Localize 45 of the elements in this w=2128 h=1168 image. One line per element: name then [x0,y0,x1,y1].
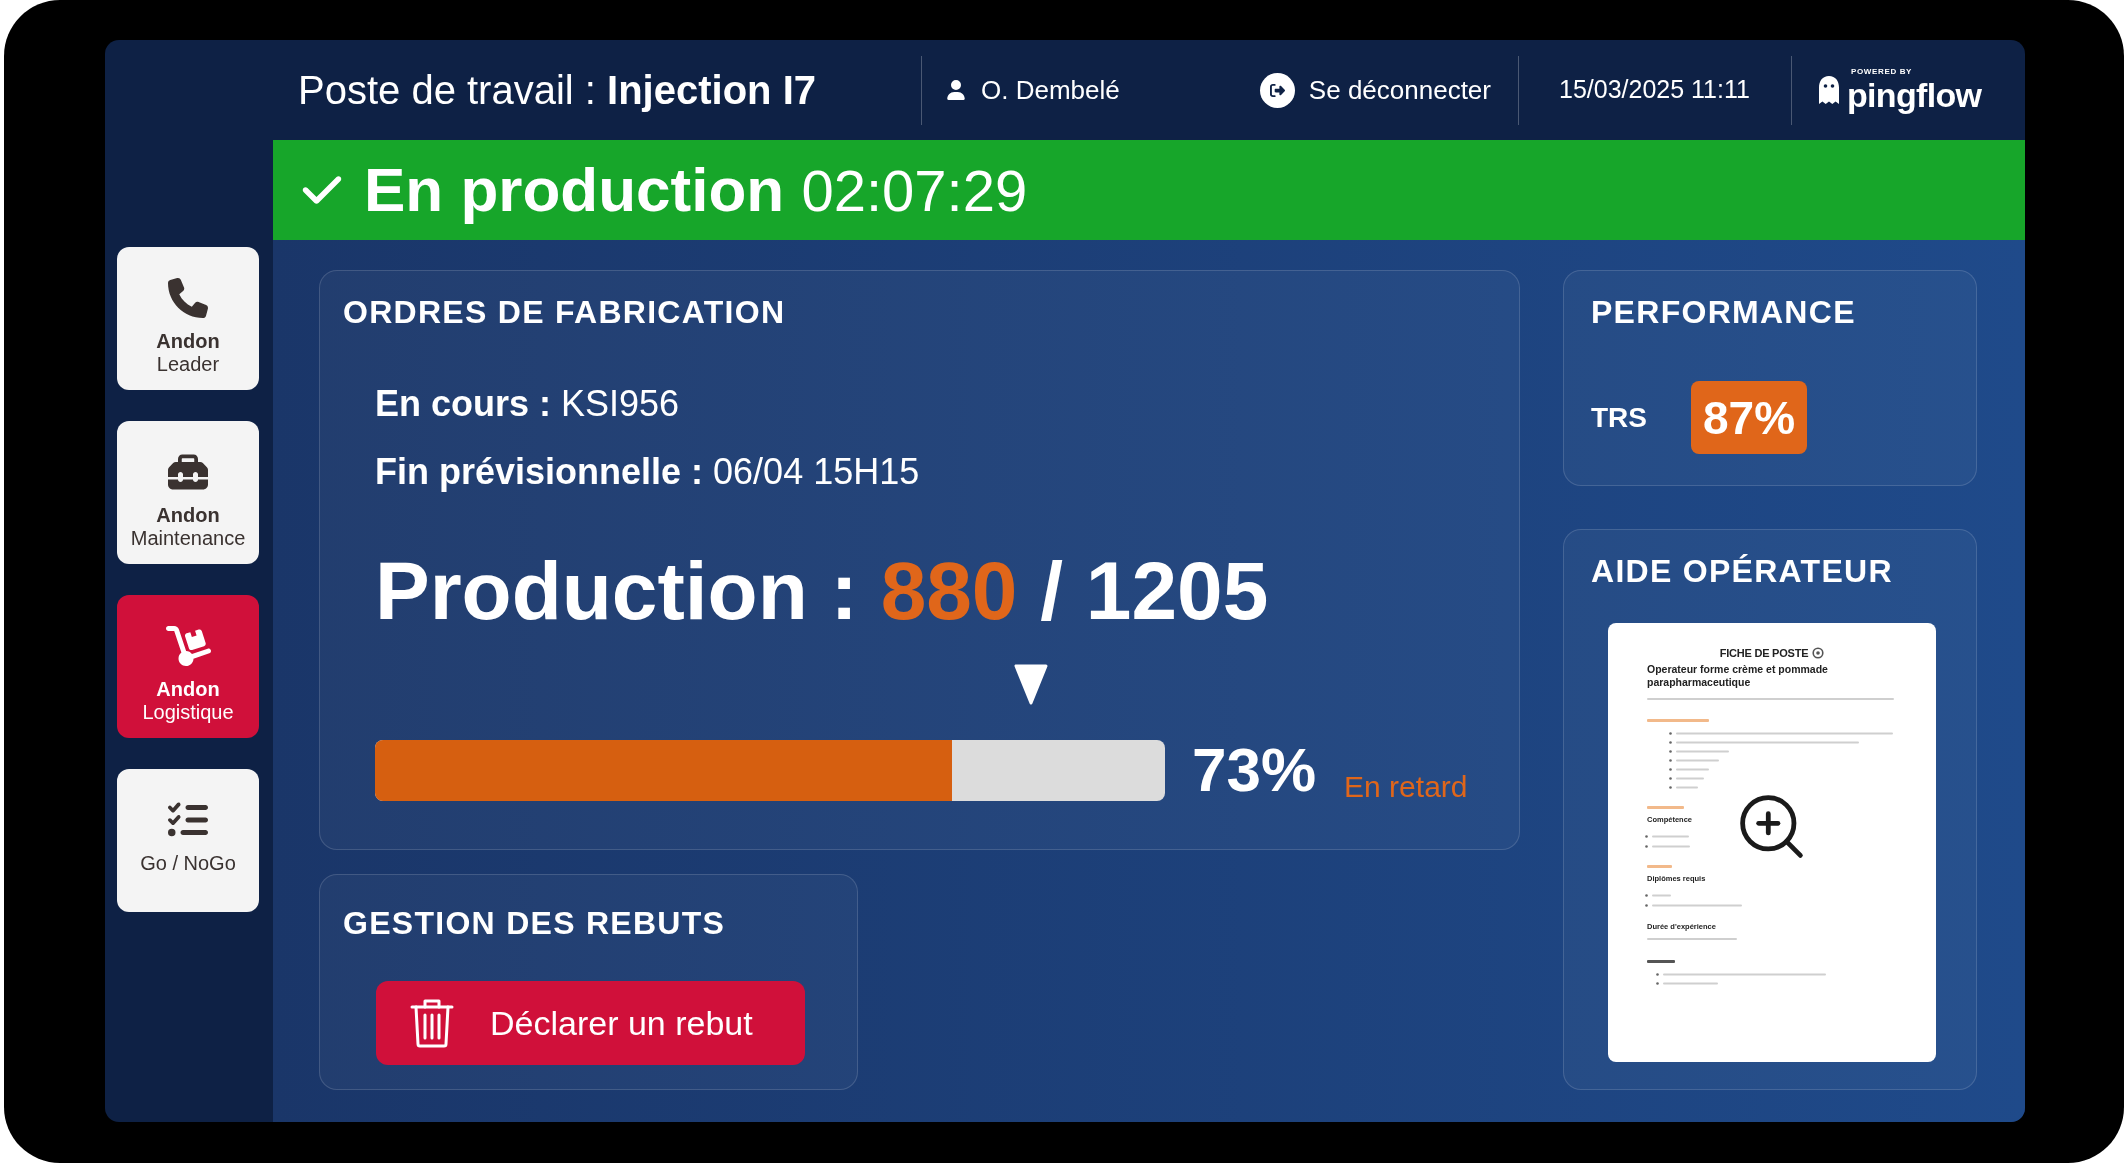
bulleted-text-line [1669,759,1719,762]
order-field: Fin prévisionnelle : 06/04 15H15 [375,450,1496,494]
bulleted-text-line [1645,845,1690,848]
declare-scrap-button[interactable]: Déclarer un rebut [376,981,805,1065]
workstation-title: Poste de travail : Injection I7 [298,70,817,110]
bulleted-text-line [1669,750,1729,753]
bulleted-text-line [1645,894,1671,897]
andon-button[interactable]: Andon Leader [117,247,259,390]
logo-tagline: POWERED BY [1850,67,1913,77]
card-title: GESTION DES REBUTS [343,905,727,942]
ghost-logo-icon [1817,74,1841,106]
round-logo-icon [1812,647,1825,659]
hand-truck-icon [165,626,211,666]
document-heading: Operateur forme crème et pommade parapharmaceutique [1647,663,1829,689]
bulleted-text-line [1669,777,1704,780]
andon-button[interactable]: Go / NoGo [117,769,259,912]
progress-percent: 73% [1192,739,1317,801]
bulleted-text-line [1645,835,1689,838]
toolbox-icon [168,452,208,492]
card-title: AIDE OPÉRATEUR [1591,553,1894,590]
andon-button[interactable]: Andon Logistique [117,595,259,738]
metric-badge: 87% [1691,381,1808,454]
document-title: FICHE DE POSTE [1719,647,1809,659]
bulleted-text-line [1669,768,1709,771]
bulleted-text-line [1669,786,1698,789]
metric-label: TRS [1591,400,1647,435]
text-line [1647,806,1684,809]
production-count: Production : 880 / 1205 [375,544,1270,638]
user-name: O. Dembelé [981,73,1120,107]
text-line [1647,865,1672,868]
logo-wordmark: pingflow [1847,77,1982,113]
card-title: PERFORMANCE [1591,294,1857,331]
logout-button[interactable]: Se déconnecter [1259,70,1491,110]
text-line [1647,719,1709,722]
card-title: ORDRES DE FABRICATION [343,294,787,331]
trash-icon [410,998,454,1048]
bulleted-text-line [1656,982,1718,985]
phone-icon [168,278,208,318]
andon-button[interactable]: Andon Maintenance [117,421,259,564]
logout-icon [1259,72,1295,108]
user-icon [947,80,965,100]
order-field: En cours : KSI956 [375,382,1496,426]
header-datetime: 15/03/2025 11:11 [1559,75,1750,104]
delay-status: En retard [1344,772,1468,802]
text-line [1647,960,1675,963]
